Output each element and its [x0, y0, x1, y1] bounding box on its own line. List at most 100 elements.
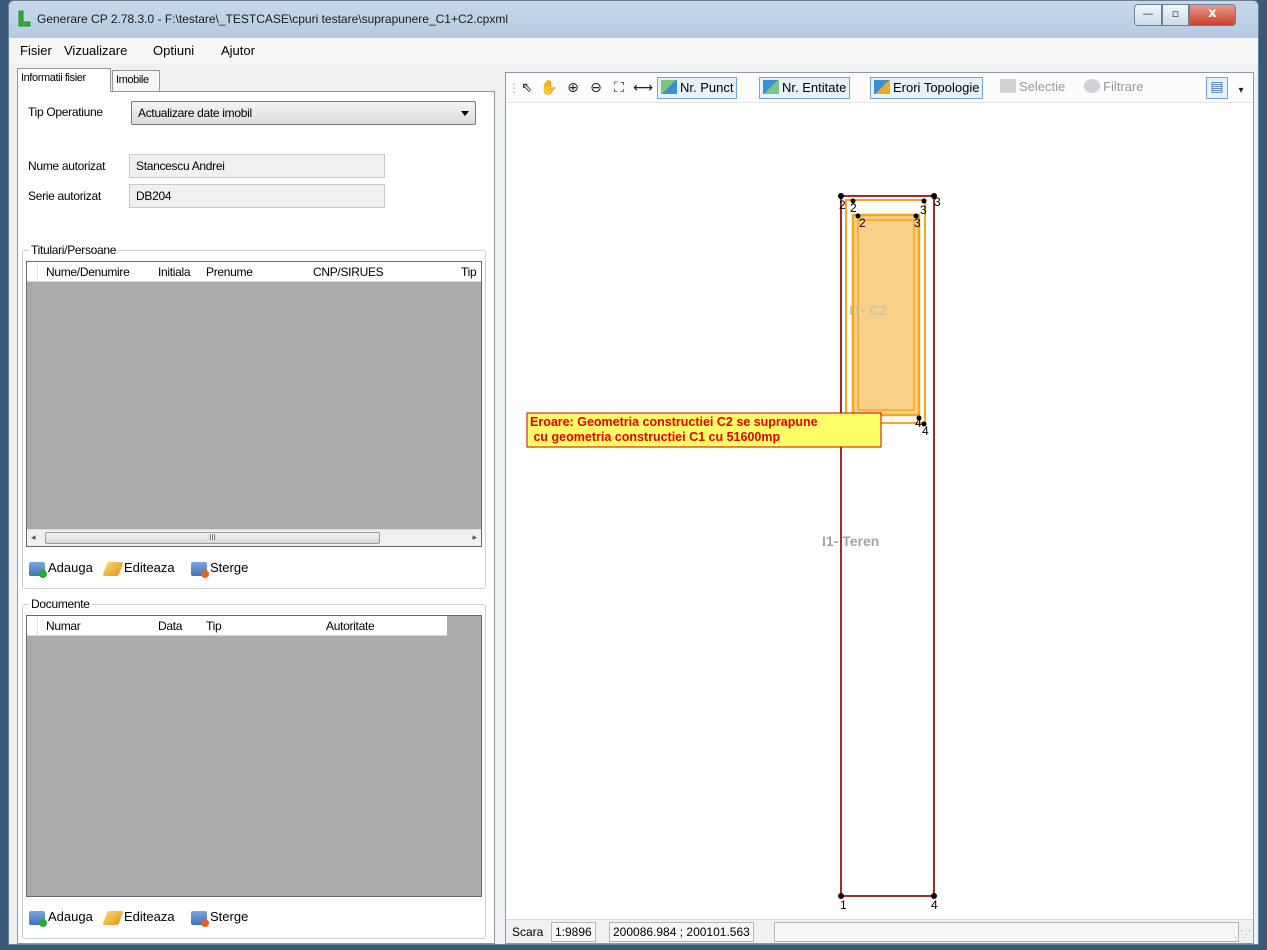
layout-panel-icon[interactable]: ▤ [1206, 77, 1228, 99]
point-label-3a: 3 [934, 195, 941, 209]
point-label-2b: 2 [850, 201, 857, 215]
point-label-2c: 2 [859, 216, 866, 230]
serie-autorizat-field: DB204 [129, 184, 385, 208]
documente-title: Documente [29, 597, 92, 611]
col-tip[interactable]: Tip [461, 265, 477, 279]
documente-group: Documente Numar Data Tip Autoritate Adau… [22, 597, 486, 939]
col-cnp-sirues[interactable]: CNP/SIRUES [313, 265, 384, 279]
titulari-group: Titulari/Persoane Nume/Denumire Initiala… [22, 243, 486, 589]
measure-icon[interactable]: ⟷ [633, 79, 653, 97]
point-label-1: 1 [840, 898, 847, 912]
column-separator [37, 262, 38, 282]
add-icon [29, 562, 47, 578]
map-canvas[interactable]: 1 2 2 2 3 3 3 4 4 4 I1- C2 I1- Teren Ero… [506, 104, 1253, 943]
informatii-fisier-panel: Tip Operatiune Actualizare date imobil N… [17, 91, 495, 944]
col-prenume[interactable]: Prenume [206, 265, 253, 279]
parcel-label: I1- Teren [822, 533, 879, 549]
coordinates-readout: 200086.984 ; 200101.563 [609, 922, 754, 942]
tip-operatiune-select[interactable]: Actualizare date imobil [131, 101, 476, 125]
menu-bar: Fisier Vizualizare Optiuni Ajutor [10, 38, 1258, 64]
map-toolbar: ⋮ ⇖ ✋ ⊕ ⊖ ⛶ ⟷ Nr. Punct Nr. Entitate Ero… [506, 73, 1253, 103]
zoom-in-icon[interactable]: ⊕ [564, 79, 582, 97]
tab-informatii-fisier[interactable]: Informatii fisier [17, 68, 111, 92]
erori-topologie-label: Erori Topologie [893, 80, 980, 95]
map-panel: ⋮ ⇖ ✋ ⊕ ⊖ ⛶ ⟷ Nr. Punct Nr. Entitate Ero… [505, 72, 1254, 944]
erori-topologie-icon [874, 80, 890, 94]
add-icon [29, 911, 47, 927]
selectie-icon [1000, 79, 1016, 93]
scroll-left-icon[interactable]: ◂ [31, 532, 36, 543]
col-nume-denumire[interactable]: Nume/Denumire [46, 265, 130, 279]
adauga-label: Adauga [48, 909, 93, 924]
adauga-label: Adauga [48, 560, 93, 575]
status-bar: Scara 1:9896 200086.984 ; 200101.563 ⋰⋰ [506, 919, 1253, 943]
scroll-right-icon[interactable]: ▸ [472, 532, 477, 543]
resize-grip-icon[interactable]: ⋰⋰ [1234, 929, 1251, 940]
app-window: Generare CP 2.78.3.0 - F:\testare\_TESTC… [8, 0, 1259, 945]
nume-autorizat-value: Stancescu Andrei [136, 159, 225, 173]
status-message-field [774, 922, 1239, 942]
left-panel: Informatii fisier Imobile Tip Operatiune… [17, 68, 495, 944]
close-button[interactable]: x [1189, 4, 1236, 26]
nr-entitate-toggle[interactable]: Nr. Entitate [759, 77, 851, 99]
point-label-4b: 4 [915, 416, 922, 430]
point-label-3c: 3 [914, 216, 921, 230]
scara-label: Scara [512, 925, 544, 939]
nr-entitate-icon [763, 80, 779, 94]
zoom-extent-icon[interactable]: ⛶ [610, 79, 628, 97]
filter-bulb-icon [1084, 79, 1100, 93]
col-numar[interactable]: Numar [46, 619, 81, 633]
minimize-button[interactable]: — [1134, 4, 1162, 26]
col-tip[interactable]: Tip [206, 619, 222, 633]
col-initiala[interactable]: Initiala [158, 265, 191, 279]
menu-optiuni[interactable]: Optiuni [153, 43, 194, 58]
documente-list-header: Numar Data Tip Autoritate [27, 616, 447, 636]
app-logo-icon [18, 10, 31, 27]
scara-value: 1:9896 [551, 922, 596, 942]
editeaza-label: Editeaza [124, 560, 175, 575]
maximize-button[interactable]: ▫ [1162, 4, 1189, 26]
serie-autorizat-label: Serie autorizat [28, 189, 101, 203]
nume-autorizat-label: Nume autorizat [28, 159, 106, 173]
erori-topologie-toggle[interactable]: Erori Topologie [870, 77, 984, 99]
select-arrow-icon[interactable]: ⇖ [518, 79, 536, 97]
titulari-horizontal-scrollbar[interactable]: ◂ III ▸ [27, 529, 481, 546]
zoom-out-icon[interactable]: ⊖ [587, 79, 605, 97]
filtrare-label: Filtrare [1103, 79, 1144, 94]
documente-list[interactable]: Numar Data Tip Autoritate [26, 615, 482, 897]
nr-punct-toggle[interactable]: Nr. Punct [657, 77, 738, 99]
toolbar-grip-icon: ⋮ [508, 81, 520, 95]
titulari-title: Titulari/Persoane [29, 243, 119, 257]
editeaza-label: Editeaza [124, 909, 175, 924]
toolbar-overflow-icon[interactable]: ▾ [1235, 82, 1247, 100]
selectie-label: Selectie [1019, 79, 1066, 94]
tab-imobile[interactable]: Imobile [112, 70, 160, 91]
point-label-4a: 4 [931, 898, 938, 912]
edit-pencil-icon [102, 911, 124, 925]
tip-operatiune-value: Actualizare date imobil [138, 106, 252, 120]
menu-fisier[interactable]: Fisier [20, 43, 52, 58]
window-title: Generare CP 2.78.3.0 - F:\testare\_TESTC… [37, 12, 508, 26]
map-drawing[interactable]: 1 2 2 2 3 3 3 4 4 4 I1- C2 I1- Teren Ero… [506, 104, 1253, 919]
dropdown-arrow-icon [461, 111, 469, 116]
point-label-3b: 3 [920, 203, 927, 217]
nr-punct-icon [661, 80, 677, 94]
pan-hand-icon[interactable]: ✋ [540, 79, 558, 97]
title-bar[interactable]: Generare CP 2.78.3.0 - F:\testare\_TESTC… [9, 1, 1258, 37]
menu-vizualizare[interactable]: Vizualizare [64, 43, 127, 58]
menu-ajutor[interactable]: Ajutor [221, 43, 255, 58]
column-separator [37, 616, 38, 636]
tip-operatiune-label: Tip Operatiune [28, 105, 103, 119]
selectie-button[interactable]: Selectie [1000, 79, 1065, 94]
point-label-2a: 2 [839, 198, 846, 212]
sterge-label: Sterge [210, 560, 249, 575]
col-data[interactable]: Data [158, 619, 182, 633]
scroll-thumb[interactable]: III [45, 532, 380, 544]
filtrare-button[interactable]: Filtrare [1084, 79, 1143, 94]
titulari-list-header: Nume/Denumire Initiala Prenume CNP/SIRUE… [27, 262, 481, 282]
titulari-list[interactable]: Nume/Denumire Initiala Prenume CNP/SIRUE… [26, 261, 482, 547]
nr-entitate-label: Nr. Entitate [782, 80, 847, 95]
col-autoritate[interactable]: Autoritate [326, 619, 375, 633]
point-label-4c: 4 [922, 424, 929, 438]
building-label: I1- C2 [849, 302, 887, 318]
